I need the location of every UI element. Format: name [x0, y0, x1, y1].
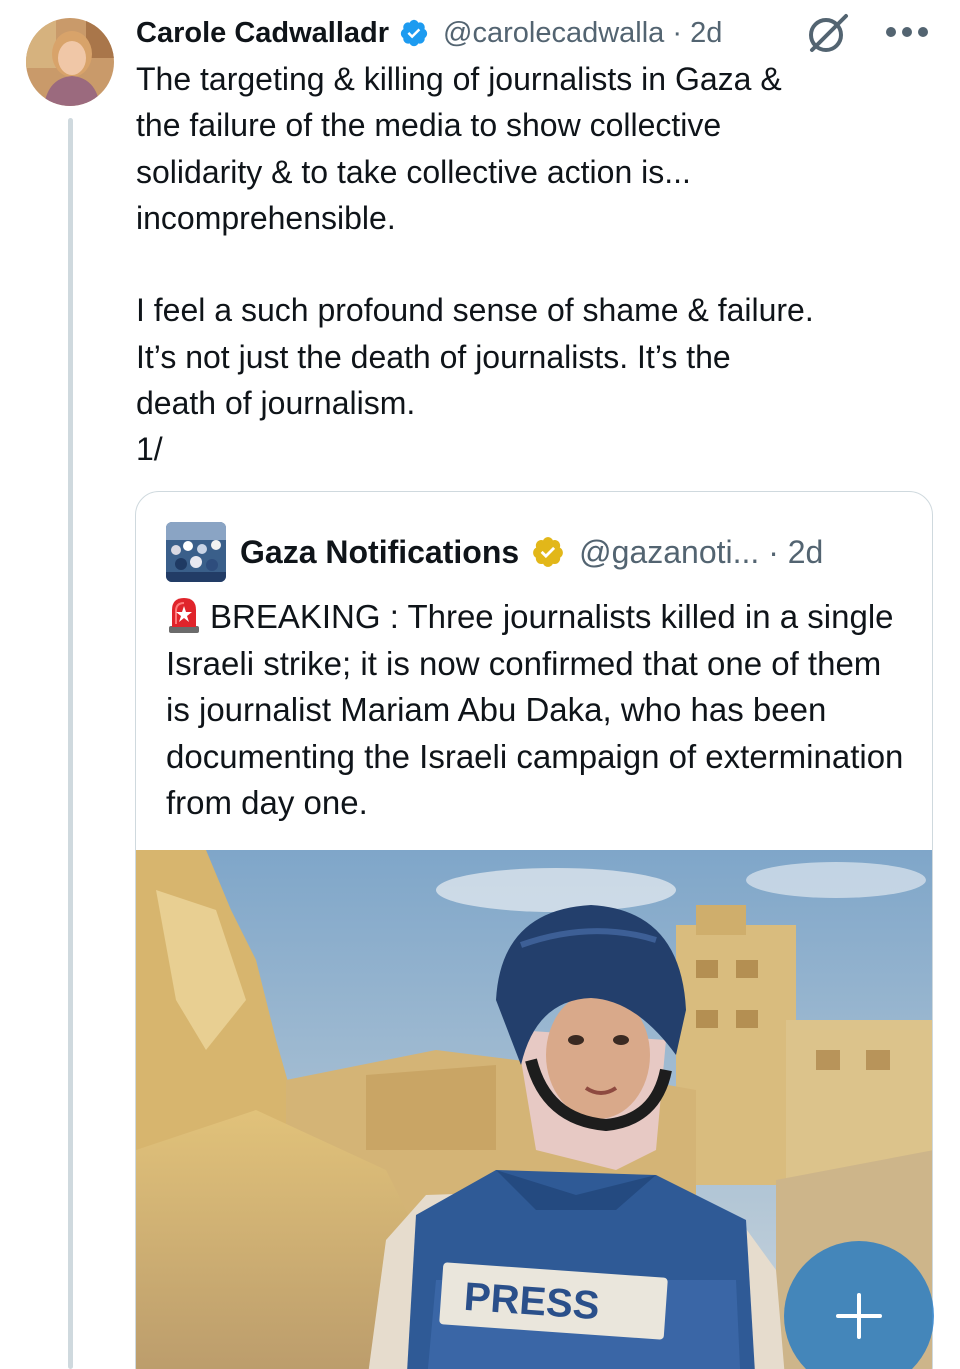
tweet-header: Carole Cadwalladr @carolecadwalla · 2d: [136, 12, 722, 54]
tweet-text: The targeting & killing of journalists i…: [136, 61, 814, 468]
author-handle-time[interactable]: @carolecadwalla · 2d: [443, 17, 722, 50]
quoted-avatar-image: [166, 522, 226, 582]
plus-icon: [834, 1291, 884, 1341]
siren-emoji-icon: [166, 594, 202, 634]
quoted-tweet-text: BREAKING : Three journalists killed in a…: [166, 594, 911, 827]
quoted-tweet-card[interactable]: Gaza Notifications @gazanoti... · 2d BRE…: [135, 491, 933, 1369]
thread-line: [68, 118, 73, 1369]
avatar-image: [26, 18, 114, 106]
quoted-author-name[interactable]: Gaza Notifications: [240, 534, 519, 571]
quoted-author-avatar[interactable]: [166, 522, 226, 582]
author-name[interactable]: Carole Cadwalladr: [136, 17, 389, 50]
quoted-handle-time[interactable]: @gazanoti... · 2d: [579, 534, 823, 571]
more-options-icon[interactable]: [884, 24, 930, 40]
verified-gold-badge-icon: [531, 535, 565, 569]
verified-badge-icon: [399, 18, 429, 48]
quoted-tweet-body: BREAKING : Three journalists killed in a…: [166, 598, 904, 821]
grok-icon[interactable]: [806, 10, 850, 56]
author-avatar[interactable]: [26, 18, 114, 106]
quoted-tweet-header: Gaza Notifications @gazanoti... · 2d: [240, 530, 823, 574]
